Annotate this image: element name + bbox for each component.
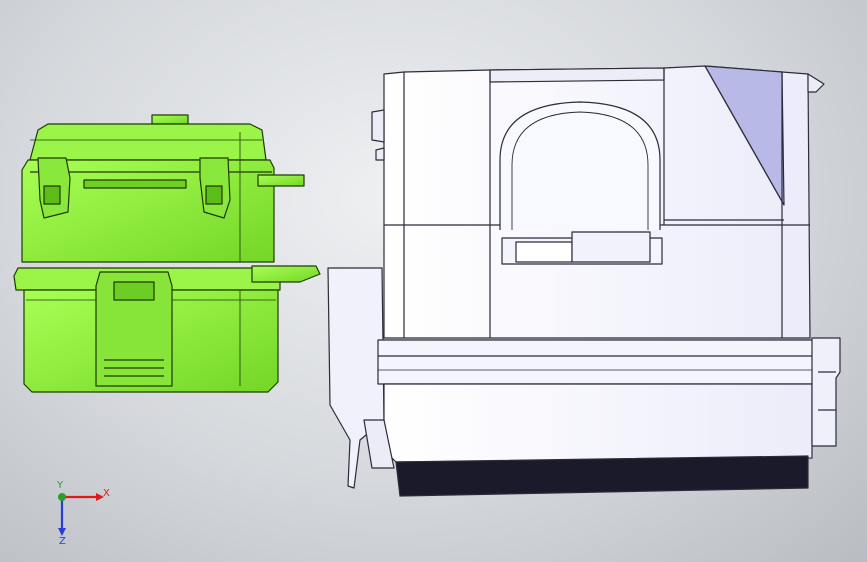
right-connector — [811, 337, 841, 447]
3d-viewport[interactable]: X Y Z — [0, 0, 867, 562]
lower-body — [383, 383, 813, 463]
side-bracket-lower — [251, 265, 321, 283]
dark-base — [395, 455, 809, 497]
green-box-part[interactable] — [13, 114, 321, 393]
side-bracket-upper — [257, 174, 305, 187]
triad-y-label: Y — [56, 480, 64, 491]
y-axis-dot — [58, 493, 66, 501]
triad-x-label: X — [103, 488, 110, 499]
cad-scene: X Y Z — [13, 65, 841, 547]
arch-opening — [499, 101, 661, 230]
white-housing-part[interactable] — [327, 65, 841, 497]
lower-band — [377, 339, 819, 385]
lid-top — [29, 123, 267, 161]
triad-z-label: Z — [59, 536, 66, 547]
top-tab — [151, 114, 189, 125]
axis-triad: X Y Z — [56, 480, 110, 547]
